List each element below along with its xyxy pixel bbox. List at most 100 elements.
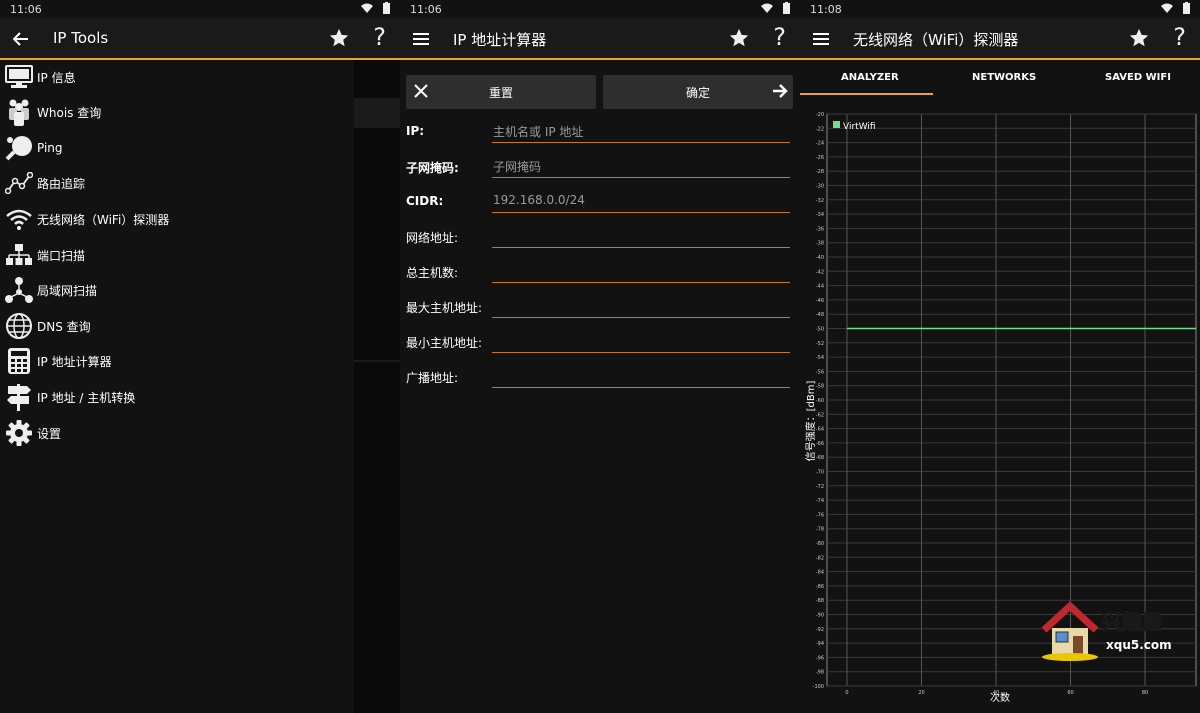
ip-tools-screen: 11:06 IP Tools ? IP 信息 Whois 查询 Ping 路由追…	[0, 0, 400, 713]
watermark-text: 兴趣屋	[1102, 610, 1163, 635]
signpost-icon	[3, 382, 35, 412]
hamburger-icon	[813, 33, 829, 45]
favorite-button[interactable]	[328, 27, 350, 53]
calculator-icon	[3, 346, 35, 376]
y-tick-label: -36	[816, 226, 824, 232]
y-tick-label: -38	[816, 241, 824, 247]
ip-input[interactable]: 主机名或 IP 地址	[493, 123, 583, 140]
ping-pong-icon	[3, 133, 35, 163]
y-tick-label: -100	[813, 684, 824, 690]
wifi-status-icon	[761, 3, 773, 13]
star-icon	[729, 28, 749, 47]
toolbar: IP Tools ?	[0, 18, 400, 60]
globe-icon	[3, 311, 35, 341]
watermark-url: xqu5.com	[1106, 638, 1172, 652]
menu-item-lan-scan[interactable]: 局域网扫描	[0, 273, 354, 307]
legend-label: VirtWifi	[843, 122, 876, 132]
menu-item-ip-host-convert[interactable]: IP 地址 / 主机转换	[0, 380, 354, 414]
y-tick-label: -46	[816, 298, 824, 304]
y-tick-label: -88	[816, 598, 824, 604]
menu-button[interactable]	[810, 28, 832, 50]
y-tick-label: -66	[816, 441, 824, 447]
menu-item-ip-calculator[interactable]: IP 地址计算器	[0, 344, 354, 378]
y-tick-label: -98	[816, 670, 824, 676]
x-tick-label: 60	[1067, 690, 1073, 696]
back-button[interactable]	[10, 28, 32, 50]
total-hosts-label: 总主机数:	[406, 266, 459, 280]
y-tick-label: -74	[816, 498, 824, 504]
toolbar: 无线网络（WiFi）探测器 ?	[800, 18, 1200, 60]
menu-item-label: 路由追踪	[37, 176, 86, 191]
menu-item-whois[interactable]: Whois 查询	[0, 95, 354, 129]
total-hosts-underline	[492, 282, 790, 283]
subnet-mask-input[interactable]: 子网掩码	[493, 158, 541, 175]
y-tick-label: -34	[816, 212, 824, 218]
y-tick-label: -58	[816, 384, 824, 390]
menu-item-ip-info[interactable]: IP 信息	[0, 60, 354, 94]
tab-networks[interactable]: NETWORKS	[972, 72, 1036, 83]
y-tick-label: -80	[816, 541, 824, 547]
hamburger-icon	[413, 33, 429, 45]
confirm-button[interactable]: 确定	[603, 75, 793, 109]
status-time: 11:08	[810, 3, 842, 16]
tab-analyzer[interactable]: ANALYZER	[841, 72, 899, 83]
menu-item-ping[interactable]: Ping	[0, 131, 354, 165]
menu-item-label: IP 地址 / 主机转换	[37, 390, 136, 405]
y-tick-label: -40	[816, 255, 824, 261]
network-address-label: 网络地址:	[406, 231, 459, 245]
cidr-input[interactable]: 192.168.0.0/24	[493, 193, 585, 207]
max-host-label: 最大主机地址:	[406, 301, 483, 315]
y-tick-label: -68	[816, 455, 824, 461]
favorite-button[interactable]	[1128, 27, 1150, 53]
y-tick-label: -84	[816, 570, 824, 576]
y-tick-label: -82	[816, 555, 824, 561]
menu-item-port-scan[interactable]: 端口扫描	[0, 238, 354, 272]
route-icon	[3, 168, 35, 198]
tab-saved-wifi[interactable]: SAVED WIFI	[1105, 72, 1171, 83]
x-tick-label: 20	[918, 690, 924, 696]
menu-item-label: IP 信息	[37, 70, 76, 85]
status-time: 11:06	[410, 3, 442, 16]
star-icon	[1129, 28, 1149, 47]
y-tick-label: -56	[816, 369, 824, 375]
y-tick-label: -26	[816, 155, 824, 161]
menu-item-label: DNS 查询	[37, 319, 91, 334]
y-tick-label: -54	[816, 355, 824, 361]
y-tick-label: -24	[816, 141, 824, 147]
arrow-right-icon	[773, 84, 788, 98]
favorite-button[interactable]	[728, 27, 750, 53]
network-tree-icon	[3, 240, 35, 270]
toolbar: IP 地址计算器 ?	[400, 18, 800, 60]
ip-label: IP:	[406, 124, 425, 138]
help-button[interactable]: ?	[373, 23, 386, 51]
battery-icon	[383, 2, 390, 14]
menu-item-settings[interactable]: 设置	[0, 416, 354, 450]
menu-item-dns-lookup[interactable]: DNS 查询	[0, 309, 354, 343]
help-button[interactable]: ?	[773, 23, 786, 51]
menu-button[interactable]	[410, 28, 432, 50]
network-address-underline	[492, 247, 790, 248]
reset-button[interactable]: 重置	[406, 75, 596, 109]
lan-icon	[3, 275, 35, 305]
max-host-underline	[492, 317, 790, 318]
broadcast-label: 广播地址:	[406, 371, 459, 385]
subnet-mask-underline	[492, 177, 790, 178]
menu-item-traceroute[interactable]: 路由追踪	[0, 166, 354, 200]
menu-item-label: Ping	[37, 141, 63, 155]
menu-item-label: Whois 查询	[37, 105, 102, 120]
y-tick-label: -44	[816, 284, 824, 290]
status-time: 11:06	[10, 3, 42, 16]
y-tick-label: -70	[816, 470, 824, 476]
reset-label: 重置	[488, 85, 513, 100]
y-tick-label: -28	[816, 169, 824, 175]
menu-item-wifi-analyzer[interactable]: 无线网络（WiFi）探测器	[0, 202, 354, 236]
star-icon	[329, 28, 349, 47]
wifi-status-icon	[361, 3, 373, 13]
house-logo-icon	[1041, 601, 1099, 661]
y-tick-label: -76	[816, 512, 824, 518]
wifi-status-icon	[1161, 3, 1173, 13]
y-tick-label: -72	[816, 484, 824, 490]
people-icon	[3, 97, 35, 127]
help-button[interactable]: ?	[1173, 23, 1186, 51]
drawer-scrim[interactable]	[354, 60, 400, 713]
